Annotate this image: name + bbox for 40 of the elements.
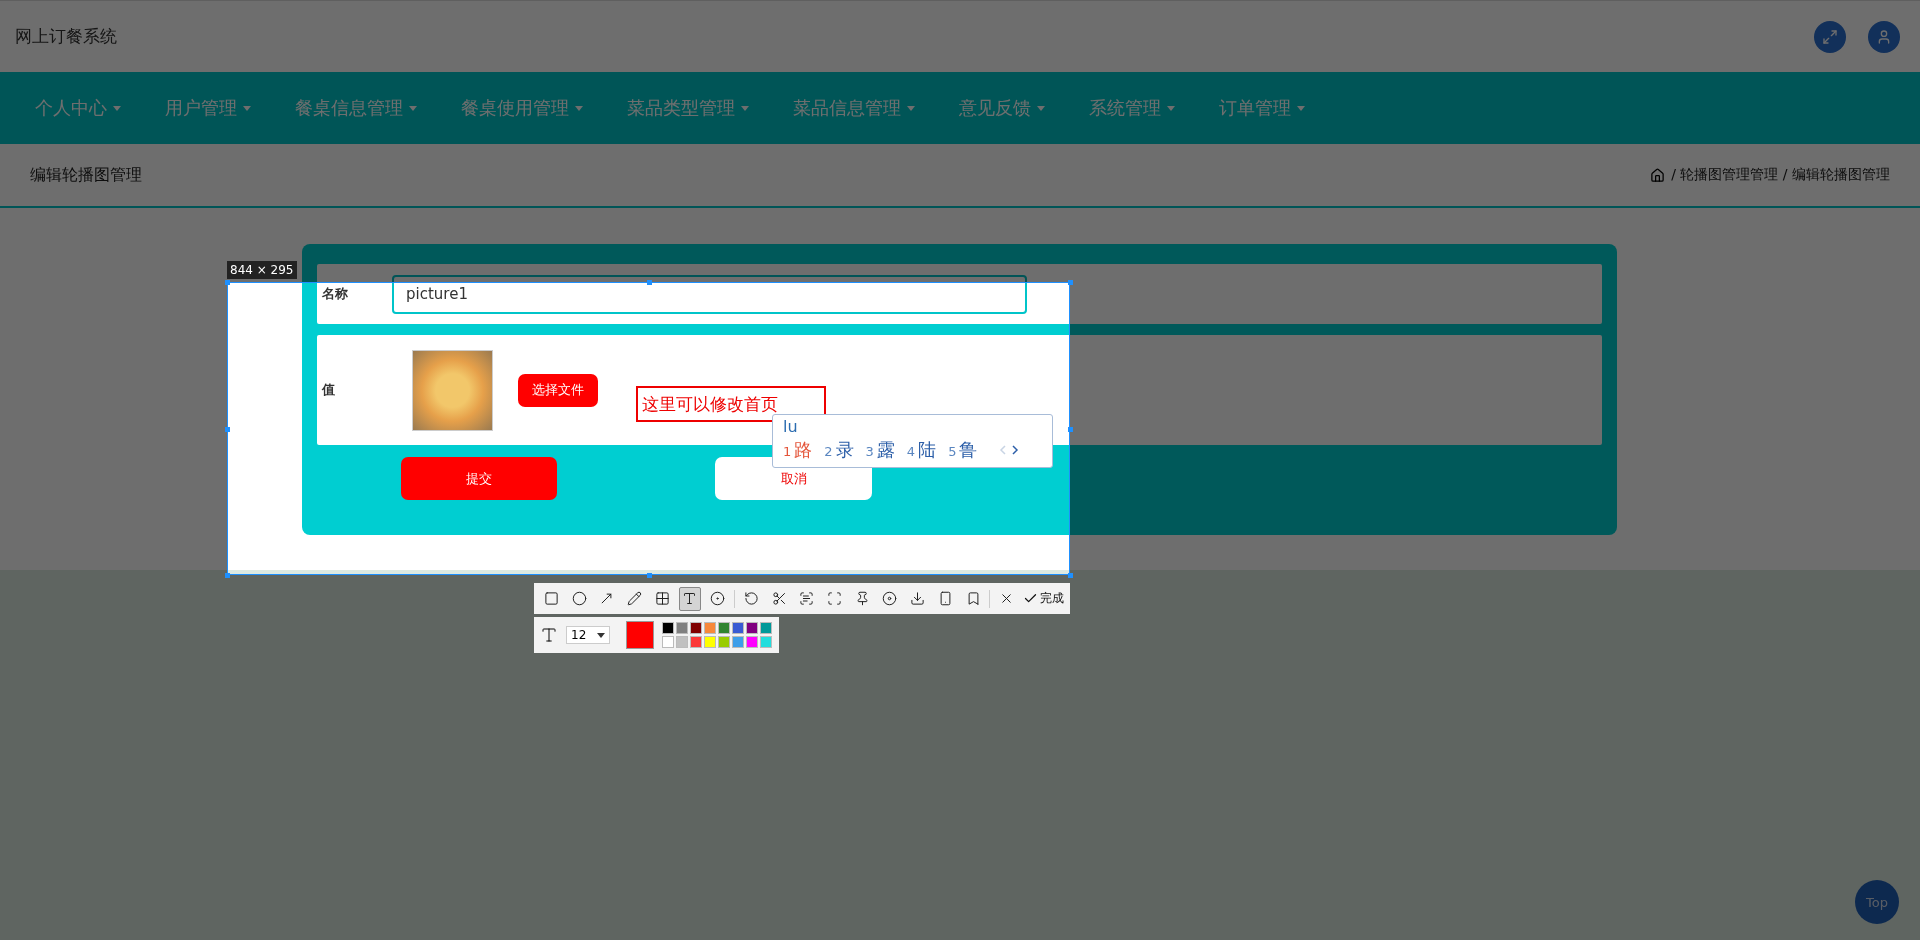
color-swatch[interactable] <box>704 636 716 648</box>
text-tool-icon[interactable] <box>678 586 702 611</box>
breadcrumb: / 轮播图管理管理 / 编辑轮播图管理 <box>1671 166 1890 184</box>
color-swatch[interactable] <box>760 622 772 634</box>
color-swatch[interactable] <box>662 622 674 634</box>
page-title: 编辑轮播图管理 <box>30 164 142 186</box>
color-swatch[interactable] <box>760 636 772 648</box>
field-label: 值 <box>322 381 336 399</box>
ime-candidate[interactable]: 5 鲁 <box>948 438 978 462</box>
color-swatch[interactable] <box>732 622 744 634</box>
color-swatch[interactable] <box>732 636 744 648</box>
color-swatch[interactable] <box>690 622 702 634</box>
resize-handle[interactable] <box>225 280 230 285</box>
resize-handle[interactable] <box>646 280 652 285</box>
color-swatch[interactable] <box>704 622 716 634</box>
resize-handle[interactable] <box>225 426 230 432</box>
color-swatch[interactable] <box>746 622 758 634</box>
resize-handle[interactable] <box>225 573 230 578</box>
selection-size-label: 844 × 295 <box>227 261 297 279</box>
resize-handle[interactable] <box>1068 573 1073 578</box>
done-button[interactable]: 完成 <box>1023 590 1065 607</box>
choose-file-button[interactable]: 选择文件 <box>518 373 598 407</box>
app-title: 网上订餐系统 <box>15 25 117 48</box>
color-swatch[interactable] <box>746 636 758 648</box>
color-swatch[interactable] <box>676 622 688 634</box>
ime-candidate[interactable]: 4 陆 <box>906 438 937 462</box>
color-swatch[interactable] <box>718 636 730 648</box>
submit-button[interactable]: 提交 <box>401 457 557 500</box>
font-icon <box>540 626 558 644</box>
color-swatch[interactable] <box>676 636 688 648</box>
font-size-select[interactable]: 12 <box>566 626 610 644</box>
field-label: 名称 <box>322 285 349 303</box>
color-swatch[interactable] <box>690 636 702 648</box>
selection-frame[interactable] <box>227 282 1070 575</box>
resize-handle[interactable] <box>646 573 652 578</box>
current-color-swatch[interactable] <box>626 621 654 649</box>
color-swatch[interactable] <box>662 636 674 648</box>
resize-handle[interactable] <box>1068 426 1073 432</box>
resize-handle[interactable] <box>1068 280 1073 285</box>
color-swatch[interactable] <box>718 622 730 634</box>
